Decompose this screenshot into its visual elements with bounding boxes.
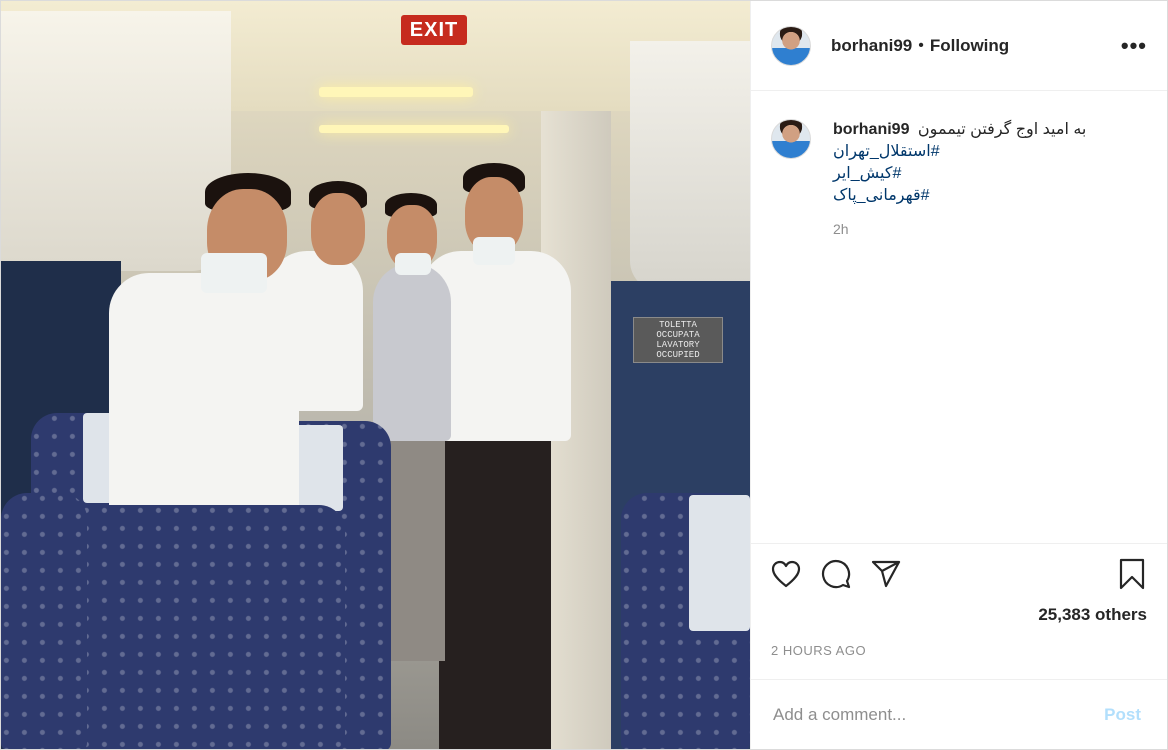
airplane-seat	[63, 505, 345, 749]
ceiling-light	[319, 87, 473, 97]
ellipsis-icon[interactable]: •••	[1121, 34, 1147, 57]
lavatory-sign-line: LAVATORY	[656, 340, 700, 350]
comments-section: borhani99 به امید اوج گرفتن تیممون #استق…	[751, 91, 1167, 543]
face-mask	[473, 237, 515, 265]
person-face	[311, 193, 365, 265]
heart-icon[interactable]	[769, 557, 803, 591]
hashtag-link[interactable]: #قهرمانی_پاک	[833, 185, 1147, 207]
caption: borhani99 به امید اوج گرفتن تیممون #استق…	[771, 119, 1147, 237]
lavatory-sign-line: OCCUPIED	[656, 350, 700, 360]
avatar[interactable]	[771, 119, 811, 159]
avatar[interactable]	[771, 25, 811, 66]
paper-plane-icon-svg	[871, 560, 901, 587]
lavatory-sign-line: OCCUPATA	[656, 330, 700, 340]
overhead-bin-right	[630, 41, 750, 291]
separator-dot: •	[918, 36, 924, 54]
post-button[interactable]: Post	[1098, 704, 1147, 726]
bookmark-icon[interactable]	[1115, 557, 1149, 591]
person-shirt	[373, 263, 451, 441]
comment-bubble-icon[interactable]	[819, 557, 853, 591]
airplane-seat	[1, 493, 87, 749]
comment-input[interactable]	[771, 703, 1099, 726]
post-header: borhani99 • Following •••	[751, 1, 1167, 91]
comment-bubble-icon-svg	[822, 559, 851, 588]
overhead-bin-left	[1, 11, 231, 271]
ceiling-light	[319, 125, 509, 133]
post-timestamp[interactable]: 2 HOURS AGO	[751, 643, 1167, 679]
instagram-post: EXIT TOLETTA OCCUPATA LAVATORY OCCUPIED	[0, 0, 1168, 750]
heart-icon-svg	[771, 560, 801, 587]
face-mask	[395, 253, 431, 275]
person-shirt	[109, 273, 299, 513]
caption-time[interactable]: 2h	[833, 221, 1147, 237]
paper-plane-icon[interactable]	[869, 557, 903, 591]
post-side-panel: borhani99 • Following ••• borhani99 به ا…	[750, 1, 1167, 749]
username-link[interactable]: borhani99	[831, 36, 912, 56]
caption-username-link[interactable]: borhani99	[833, 121, 909, 138]
lavatory-sign-line: TOLETTA	[659, 320, 697, 330]
seat-headrest-cover	[689, 495, 750, 631]
action-bar	[751, 543, 1167, 603]
caption-text: به امید اوج گرفتن تیممون	[917, 121, 1087, 138]
likes-count[interactable]: 25,383 others	[751, 603, 1167, 643]
person-pants	[383, 431, 445, 661]
caption-line: borhani99 به امید اوج گرفتن تیممون	[833, 119, 1147, 141]
comment-box: Post	[751, 679, 1167, 749]
hashtag-link[interactable]: #کیش_ایر	[833, 163, 1147, 185]
hashtag-link[interactable]: #استقلال_تهران	[833, 141, 1147, 163]
exit-sign: EXIT	[401, 15, 467, 45]
post-photo[interactable]: EXIT TOLETTA OCCUPATA LAVATORY OCCUPIED	[1, 1, 750, 749]
person-pants	[439, 431, 551, 749]
following-button[interactable]: Following	[930, 36, 1009, 56]
caption-body: borhani99 به امید اوج گرفتن تیممون #استق…	[833, 119, 1147, 237]
lavatory-sign: TOLETTA OCCUPATA LAVATORY OCCUPIED	[633, 317, 723, 363]
face-mask	[201, 253, 267, 293]
bookmark-icon-svg	[1119, 558, 1145, 589]
